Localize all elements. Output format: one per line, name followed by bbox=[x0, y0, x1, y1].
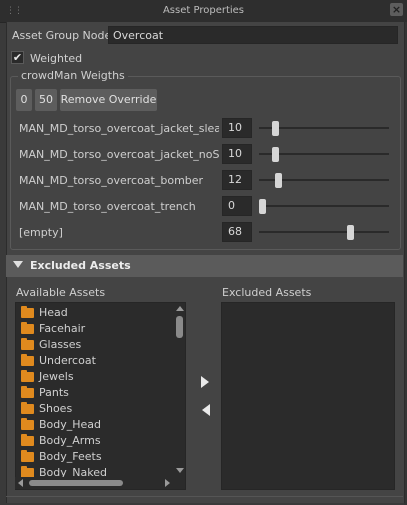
asset-group-node-label: Asset Group Node bbox=[12, 29, 112, 42]
scroll-down-icon[interactable] bbox=[176, 468, 184, 473]
available-assets-label: Available Assets bbox=[16, 286, 106, 299]
list-item-label: Facehair bbox=[39, 322, 86, 335]
folder-icon bbox=[21, 434, 34, 446]
weight-slider-handle[interactable] bbox=[272, 121, 279, 136]
weight-slider-handle[interactable] bbox=[272, 147, 279, 162]
weight-value-field[interactable]: 0 bbox=[222, 196, 252, 216]
available-assets-hscroll[interactable] bbox=[15, 477, 174, 489]
weight-slider-track[interactable] bbox=[259, 205, 389, 207]
vscroll-thumb[interactable] bbox=[176, 316, 183, 338]
folder-icon bbox=[21, 386, 34, 398]
weight-slider-handle[interactable] bbox=[347, 225, 354, 240]
close-button[interactable]: × bbox=[390, 3, 403, 16]
list-item[interactable]: Head bbox=[20, 305, 170, 321]
list-item[interactable]: Glasses bbox=[20, 337, 170, 353]
excluded-assets-title: Excluded Assets bbox=[30, 259, 131, 272]
remove-override-button[interactable]: Remove Override bbox=[60, 89, 157, 111]
bottom-divider bbox=[6, 496, 403, 497]
list-item[interactable]: Jewels bbox=[20, 369, 170, 385]
folder-icon bbox=[21, 370, 34, 382]
list-item[interactable]: Facehair bbox=[20, 321, 170, 337]
arrow-left-icon[interactable] bbox=[202, 404, 210, 416]
weight-value-field[interactable]: 68 bbox=[222, 222, 252, 242]
asset-group-node-field[interactable]: Overcoat bbox=[108, 26, 398, 44]
list-item[interactable]: Body_Feets bbox=[20, 449, 170, 465]
folder-icon bbox=[21, 450, 34, 462]
scroll-up-icon[interactable] bbox=[176, 306, 184, 311]
list-item-label: Glasses bbox=[39, 338, 82, 351]
weight-slider-handle[interactable] bbox=[275, 173, 282, 188]
folder-icon bbox=[21, 338, 34, 350]
list-item-label: Shoes bbox=[39, 402, 73, 415]
list-item[interactable]: Shoes bbox=[20, 401, 170, 417]
hscroll-thumb[interactable] bbox=[29, 480, 123, 486]
weighted-checkbox[interactable]: ✔ bbox=[11, 51, 24, 64]
scroll-left-icon[interactable] bbox=[18, 479, 23, 487]
list-item[interactable]: Body_Arms bbox=[20, 433, 170, 449]
list-item[interactable]: Body_Head bbox=[20, 417, 170, 433]
weight-slider-track[interactable] bbox=[259, 231, 389, 233]
weight-value-field[interactable]: 10 bbox=[222, 118, 252, 138]
list-item-label: Head bbox=[39, 306, 68, 319]
weight-value-field[interactable]: 10 bbox=[222, 144, 252, 164]
set-50-button[interactable]: 50 bbox=[35, 89, 57, 111]
available-assets-list[interactable]: Head Facehair Glasses Undercoat Jewels Pants S… bbox=[15, 302, 186, 490]
folder-icon bbox=[21, 418, 34, 430]
folder-icon bbox=[21, 402, 34, 414]
excluded-assets-list[interactable] bbox=[221, 302, 395, 490]
list-item-label: Body_Feets bbox=[39, 450, 102, 463]
list-item-label: Undercoat bbox=[39, 354, 96, 367]
list-item-label: Jewels bbox=[39, 370, 74, 383]
window-title: Asset Properties bbox=[162, 5, 245, 16]
weighted-label: Weighted bbox=[30, 52, 83, 65]
folder-icon bbox=[21, 354, 34, 366]
list-item[interactable]: Undercoat bbox=[20, 353, 170, 369]
title-bar: ⋮⋮ Asset Properties × bbox=[0, 0, 407, 23]
list-item-label: Pants bbox=[39, 386, 69, 399]
list-item-label: Body_Arms bbox=[39, 434, 101, 447]
folder-icon bbox=[21, 306, 34, 318]
excluded-assets-label: Excluded Assets bbox=[222, 286, 312, 299]
weight-value-field[interactable]: 12 bbox=[222, 170, 252, 190]
weight-row-label: MAN_MD_torso_overcoat_trench bbox=[19, 200, 196, 213]
weight-row-label: [empty] bbox=[19, 226, 63, 239]
available-assets-vscroll[interactable] bbox=[174, 304, 185, 476]
weight-slider-handle[interactable] bbox=[259, 199, 266, 214]
scroll-right-icon[interactable] bbox=[165, 479, 170, 487]
set-0-button[interactable]: 0 bbox=[16, 89, 32, 111]
weight-row-label: MAN_MD_torso_overcoat_bomber bbox=[19, 174, 204, 187]
triangle-down-icon bbox=[13, 261, 23, 268]
folder-icon bbox=[21, 322, 34, 334]
excluded-assets-header[interactable]: Excluded Assets bbox=[6, 255, 403, 277]
list-item-label: Body_Head bbox=[39, 418, 102, 431]
weight-row-label: MAN_MD_torso_overcoat_jacket_noSleaves bbox=[19, 148, 219, 161]
weights-group-title: crowdMan Weigths bbox=[18, 69, 128, 82]
arrow-right-icon[interactable] bbox=[201, 376, 209, 388]
list-item[interactable]: Pants bbox=[20, 385, 170, 401]
weight-row-label: MAN_MD_torso_overcoat_jacket_sleaves bbox=[19, 122, 219, 135]
